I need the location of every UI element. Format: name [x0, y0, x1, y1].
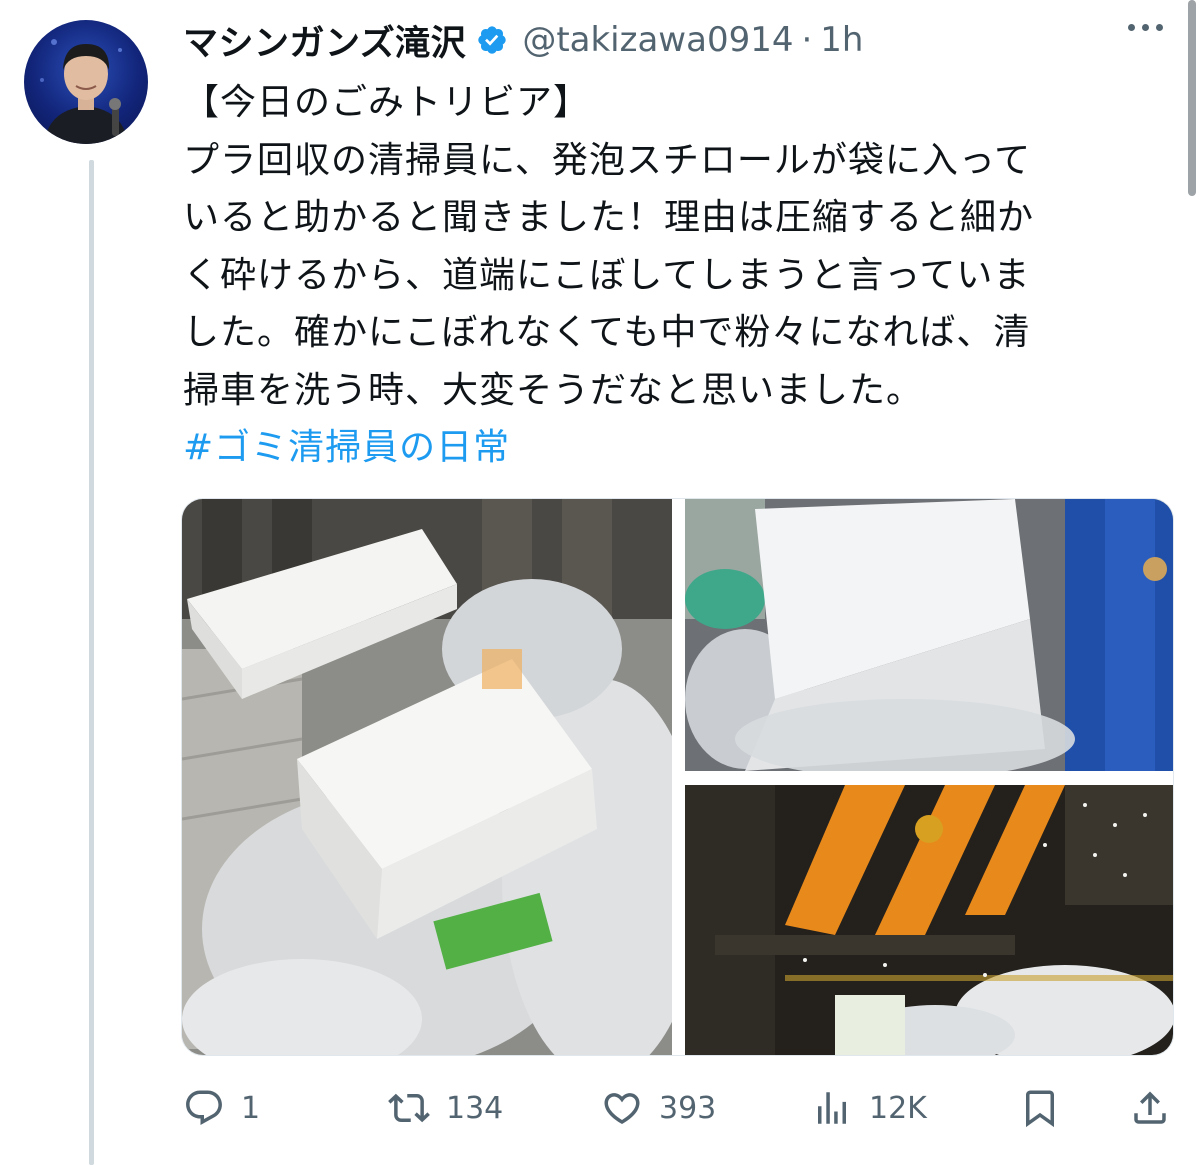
reply-count: 1: [241, 1090, 261, 1126]
tweet-text-line: く砕けるから、道端にこぼしてしまうと言っていま: [183, 254, 1031, 296]
separator-dot: ·: [801, 20, 813, 60]
share-icon: [1134, 1091, 1166, 1124]
like-icon: [604, 1093, 640, 1125]
bookmark-icon: [1026, 1090, 1054, 1128]
hashtag-link[interactable]: #ゴミ清掃員の日常: [183, 427, 510, 468]
thread-line: [89, 160, 94, 1165]
display-name[interactable]: マシンガンズ滝沢: [183, 15, 466, 66]
views-button[interactable]: 12K: [811, 1080, 927, 1136]
share-button[interactable]: [1129, 1080, 1171, 1136]
tweet-text-line: いると助かると聞きました！理由は圧縮すると細か: [183, 197, 1035, 238]
handle[interactable]: @takizawa0914: [522, 20, 793, 60]
more-icon[interactable]: [1128, 24, 1163, 31]
tweet-text: 【今日のごみトリビア】 プラ回収の清掃員に、発泡スチロールが袋に入って いると助…: [183, 74, 1153, 477]
tweet-text-line: 掃車を洗う時、大変そうだなと思いました。: [183, 369, 924, 411]
bookmark-button[interactable]: [1019, 1080, 1061, 1136]
timestamp[interactable]: 1h: [820, 20, 863, 60]
like-button[interactable]: 393: [601, 1080, 716, 1136]
reply-button[interactable]: 1: [183, 1080, 260, 1136]
photo-garbage-truck-hopper[interactable]: [685, 785, 1173, 1055]
media-grid: [181, 498, 1174, 1056]
tweet-text-line: した。確かにこぼれなくても中で粉々になれば、清: [183, 312, 1031, 353]
retweet-count: 134: [446, 1090, 504, 1126]
verified-badge-icon: [478, 26, 506, 54]
tweet-text-line: プラ回収の清掃員に、発泡スチロールが袋に入って: [183, 139, 1032, 181]
scrollbar[interactable]: [1188, 0, 1196, 196]
views-count: 12K: [869, 1090, 927, 1126]
photo-styrofoam-in-bag[interactable]: [685, 499, 1173, 771]
retweet-icon: [388, 1093, 430, 1123]
tweet-header: マシンガンズ滝沢 @takizawa0914 · 1h: [183, 14, 863, 66]
retweet-button[interactable]: 134: [388, 1080, 503, 1136]
like-count: 393: [659, 1090, 717, 1126]
tweet-text-line: 【今日のごみトリビア】: [183, 82, 591, 123]
views-icon: [818, 1092, 846, 1124]
reply-icon: [186, 1090, 222, 1125]
action-bar: 1 134 393 12K: [183, 1080, 1173, 1136]
photo-styrofoam-boxes-in-trash[interactable]: [182, 499, 672, 1055]
avatar[interactable]: [24, 20, 148, 144]
